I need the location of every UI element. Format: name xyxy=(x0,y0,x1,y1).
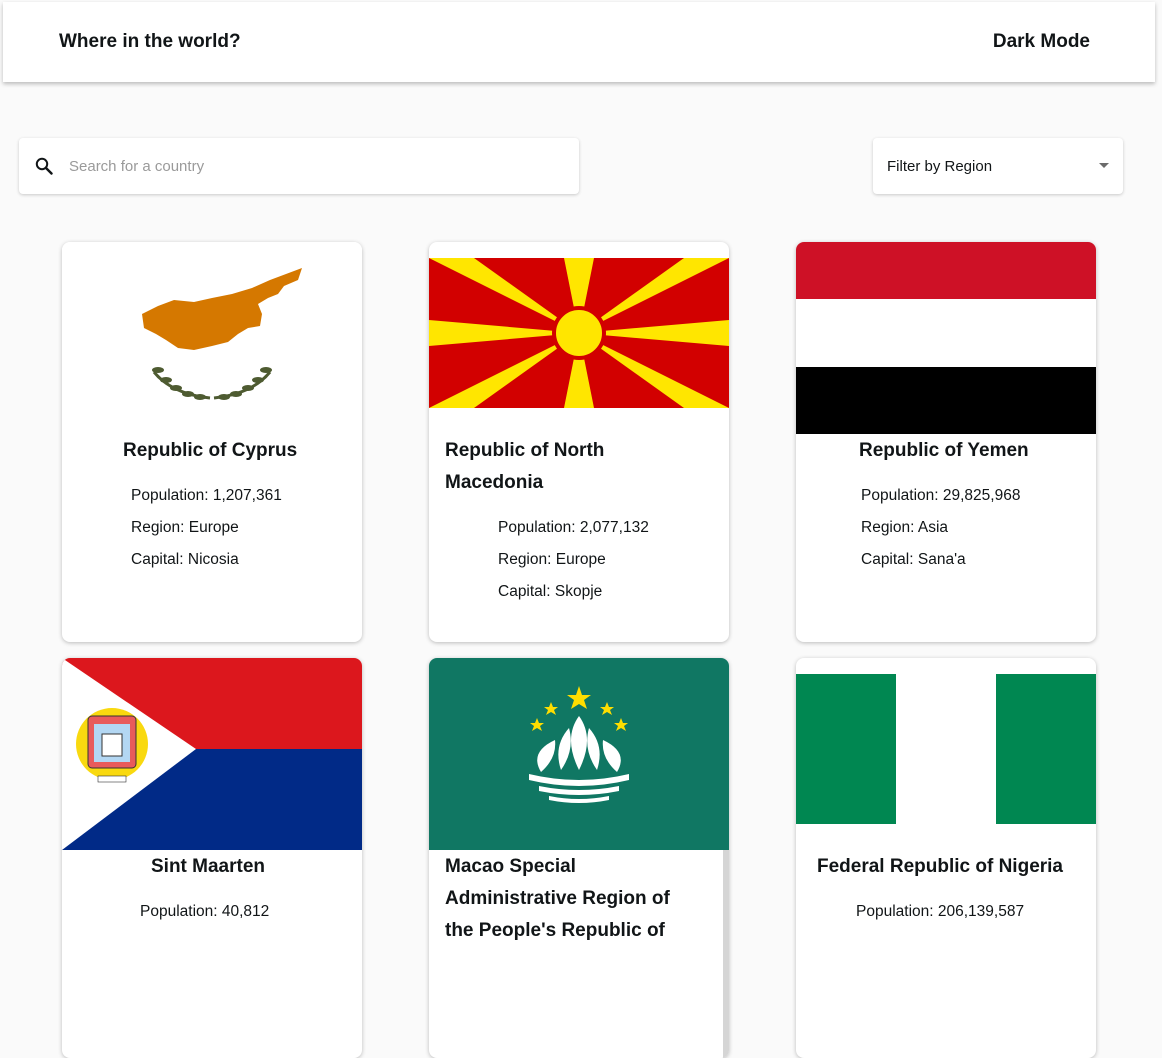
sint-maarten-flag xyxy=(62,658,362,850)
country-card-north-macedonia[interactable]: Republic of North Macedonia Population: … xyxy=(429,242,729,642)
nigeria-flag xyxy=(796,674,1096,824)
country-name: Republic of North Macedonia xyxy=(445,440,605,493)
card-scrollbar[interactable] xyxy=(723,850,729,1058)
population-line: Population: 40,812 xyxy=(140,903,270,920)
population-line: Population: 206,139,587 xyxy=(856,903,1025,920)
region-filter-dropdown[interactable]: Filter by Region xyxy=(873,138,1123,194)
region-line: Region: Asia xyxy=(861,519,949,536)
cyprus-flag xyxy=(62,242,362,434)
capital-line: Capital: Sana'a xyxy=(861,551,966,568)
country-name: Republic of Yemen xyxy=(859,440,1029,461)
dark-mode-label: Dark Mode xyxy=(992,31,1090,52)
population-line: Population: 2,077,132 xyxy=(498,519,649,536)
capital-line: Capital: Nicosia xyxy=(131,551,239,568)
region-filter-label: Filter by Region xyxy=(887,157,993,175)
country-name: Sint Maarten xyxy=(151,856,266,877)
north-macedonia-flag xyxy=(429,258,729,408)
population-line: Population: 29,825,968 xyxy=(861,487,1021,504)
search-box[interactable] xyxy=(19,138,579,194)
macao-flag xyxy=(429,658,729,850)
region-line: Region: Europe xyxy=(131,519,239,536)
chevron-down-icon xyxy=(1099,163,1109,168)
yemen-flag xyxy=(796,242,1096,434)
region-line: Region: Europe xyxy=(498,551,606,568)
country-card-sint-maarten[interactable]: Sint Maarten Population: 40,812 xyxy=(62,658,362,1058)
country-name: Federal Republic of Nigeria xyxy=(817,856,1063,877)
country-card-macao[interactable]: Macao Special Administrative Region of t… xyxy=(429,658,729,1058)
app-title: Where in the world? xyxy=(59,31,241,52)
search-input[interactable] xyxy=(69,157,549,175)
country-card-yemen[interactable]: Republic of Yemen Population: 29,825,968… xyxy=(796,242,1096,642)
population-line: Population: 1,207,361 xyxy=(131,487,282,504)
moon-icon xyxy=(977,35,985,49)
country-card-cyprus[interactable]: Republic of Cyprus Population: 1,207,361… xyxy=(62,242,362,642)
country-name: Republic of Cyprus xyxy=(123,440,298,461)
country-name: Macao Special Administrative Region of t… xyxy=(445,856,670,941)
search-icon xyxy=(35,157,53,175)
dark-mode-toggle[interactable]: Dark Mode xyxy=(975,31,1090,53)
country-card-nigeria[interactable]: Federal Republic of Nigeria Population: … xyxy=(796,658,1096,1058)
app-header: Where in the world? Dark Mode xyxy=(3,2,1155,82)
capital-line: Capital: Skopje xyxy=(498,583,603,600)
